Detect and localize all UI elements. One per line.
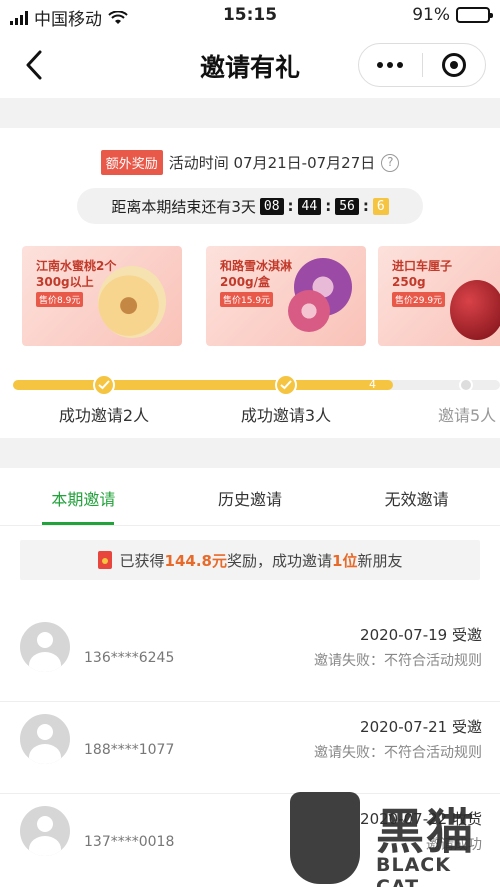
prize-card-peach[interactable]: 江南水蜜桃2个 300g以上 售价8.9元: [22, 246, 182, 346]
step-label: 成功邀请3人: [240, 406, 332, 425]
activity-info: 额外奖励 活动时间 07月21日-07月27日 ?: [0, 150, 500, 175]
check-icon: [280, 380, 292, 390]
cherry-image: [450, 280, 500, 340]
prize-price: 售价15.9元: [220, 292, 274, 307]
countdown-label: 距离本期结束还有3天: [111, 197, 256, 216]
watermark-cn: 黑猫: [376, 804, 477, 860]
prize-card-icecream[interactable]: 和路雪冰淇淋 200g/盒 售价15.9元: [206, 246, 366, 346]
progress-node-pending: [459, 378, 473, 392]
avatar: [20, 714, 70, 764]
mini-program-capsule: [358, 43, 486, 87]
prize-name-line2: 250g: [392, 275, 426, 289]
status-bar: 中国移动 15:15 91%: [0, 0, 500, 32]
invite-date: 2020-07-21 受邀: [360, 718, 482, 736]
invite-date: 2020-07-19 受邀: [360, 626, 482, 644]
prize-name: 进口车厘子 250g: [392, 258, 452, 290]
countdown-bar: 距离本期结束还有3天 08 : 44 : 56 : 6: [77, 188, 423, 224]
more-dots-icon: [377, 62, 404, 68]
help-icon[interactable]: ?: [381, 153, 400, 172]
tab-history-invites[interactable]: 历史邀请: [167, 468, 334, 525]
invite-status: 邀请失败：不符合活动规则: [314, 745, 482, 761]
avatar: [20, 806, 70, 856]
invite-progress-bar: 4: [13, 374, 500, 396]
countdown-tenths: 6: [372, 197, 389, 215]
step-label: 成功邀请2人: [58, 406, 150, 425]
tab-current-invites[interactable]: 本期邀请: [0, 468, 167, 525]
battery-icon: [456, 7, 493, 23]
black-cat-logo-icon: [290, 792, 360, 884]
summary-prefix: 已获得: [119, 551, 165, 570]
countdown-seconds: 56: [335, 197, 359, 215]
step-label: 邀请5人: [438, 406, 497, 425]
activity-time: 活动时间 07月21日-07月27日: [168, 154, 376, 172]
invite-tabs: 本期邀请 历史邀请 无效邀请: [0, 468, 500, 526]
activity-card: 额外奖励 活动时间 07月21日-07月27日 ? 距离本期结束还有3天 08 …: [0, 128, 500, 438]
peach-image: [98, 266, 166, 338]
progress-node-check: [275, 374, 297, 396]
invite-count: 1位: [332, 551, 358, 570]
icecream-image: [288, 290, 330, 332]
tab-invalid-invites[interactable]: 无效邀请: [333, 468, 500, 525]
prize-price: 售价8.9元: [36, 292, 84, 307]
invite-status: 邀请失败：不符合活动规则: [314, 653, 482, 669]
countdown-colon: :: [325, 197, 332, 215]
list-item[interactable]: 136****6245 2020-07-19 受邀 邀请失败：不符合活动规则: [0, 610, 500, 702]
nav-bar: 邀请有礼: [0, 32, 500, 98]
countdown-minutes: 44: [297, 197, 322, 215]
progress-fill: [13, 380, 393, 390]
status-right: 91%: [412, 5, 493, 25]
black-cat-watermark: 黑猫 BLACK CAT: [290, 792, 500, 887]
more-button[interactable]: [359, 44, 422, 86]
prize-name-line1: 和路雪冰淇淋: [220, 259, 293, 273]
target-icon: [441, 53, 466, 77]
summary-suffix: 新朋友: [357, 551, 403, 570]
countdown-colon: :: [287, 197, 294, 215]
prize-price: 售价29.9元: [392, 292, 446, 307]
prize-carousel[interactable]: 江南水蜜桃2个 300g以上 售价8.9元 和路雪冰淇淋 200g/盒 售价15…: [22, 246, 500, 356]
prize-name-line1: 江南水蜜桃2个: [36, 259, 117, 273]
progress-node-check: [93, 374, 115, 396]
list-item[interactable]: 188****1077 2020-07-21 受邀 邀请失败：不符合活动规则: [0, 702, 500, 794]
close-mini-program-button[interactable]: [423, 44, 486, 86]
summary-text: 已获得144.8元奖励，成功邀请1位新朋友: [120, 550, 403, 571]
invitee-phone: 136****6245: [84, 650, 175, 666]
avatar: [20, 622, 70, 672]
reward-summary: 已获得144.8元奖励，成功邀请1位新朋友: [20, 540, 480, 580]
prize-card-cherry[interactable]: 进口车厘子 250g 售价29.9元: [378, 246, 500, 346]
check-icon: [98, 380, 110, 390]
battery-percent: 91%: [412, 5, 450, 25]
invitee-phone: 137****0018: [84, 834, 175, 850]
countdown-colon: :: [362, 197, 369, 215]
reward-amount: 144.8元: [164, 551, 227, 570]
countdown-hours: 08: [259, 197, 284, 215]
progress-node-number: 4: [369, 378, 376, 391]
watermark-en: BLACK CAT: [376, 854, 451, 887]
invitee-phone: 188****1077: [84, 742, 175, 758]
extra-reward-badge: 额外奖励: [100, 150, 163, 175]
prize-name-line1: 进口车厘子: [392, 259, 453, 273]
prize-name: 和路雪冰淇淋 200g/盒: [220, 258, 292, 290]
summary-middle: 奖励，成功邀请: [227, 551, 333, 570]
red-envelope-icon: [97, 551, 112, 569]
prize-name-line2: 200g/盒: [220, 275, 271, 289]
